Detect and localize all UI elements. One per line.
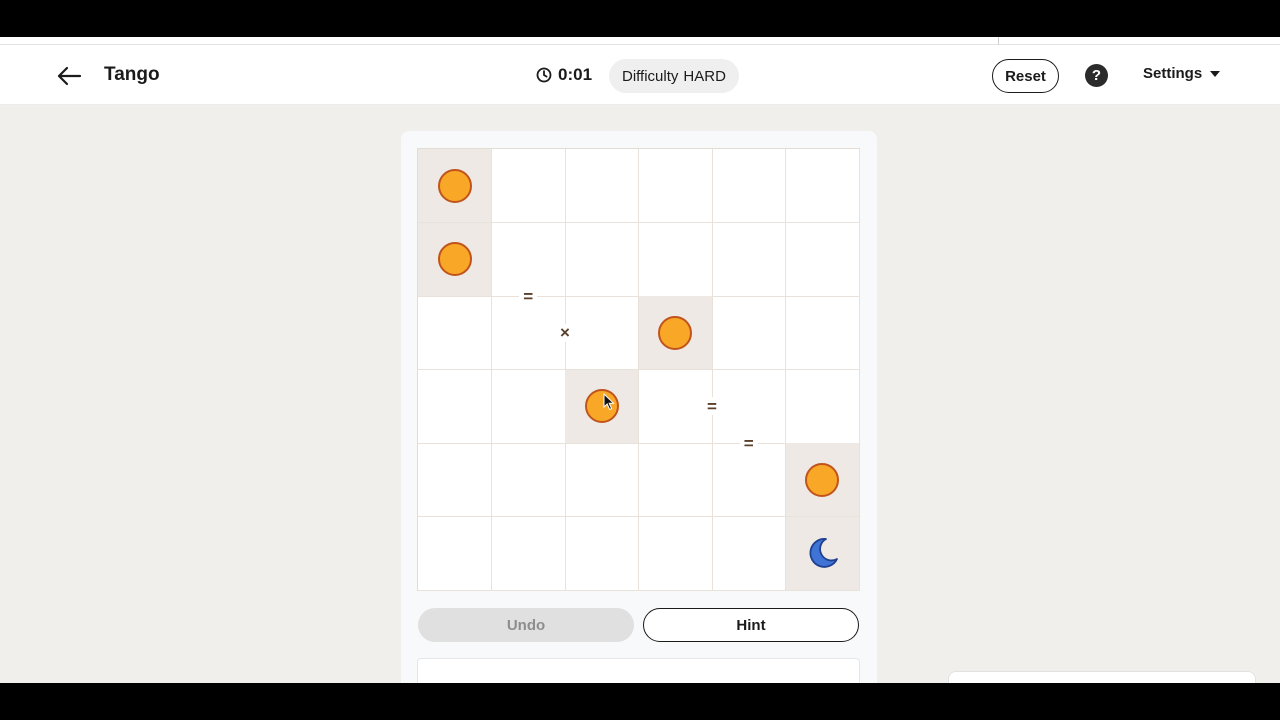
board-cell[interactable] — [785, 149, 860, 223]
board-cell[interactable] — [565, 443, 639, 517]
browser-tab-strip — [0, 37, 1280, 45]
board-cell[interactable] — [418, 443, 492, 517]
game-header: Tango 0:01 Difficulty HARD Reset ? Setti… — [0, 45, 1280, 105]
board-cell[interactable] — [565, 516, 639, 591]
board-cell[interactable] — [712, 149, 786, 223]
board-cell[interactable] — [565, 222, 639, 297]
board-cell[interactable] — [491, 149, 566, 223]
board-cell[interactable] — [712, 369, 786, 444]
game-viewport: Tango 0:01 Difficulty HARD Reset ? Setti… — [0, 37, 1280, 683]
board-cell[interactable] — [638, 149, 713, 223]
equal-constraint: = — [703, 397, 721, 416]
board-cell[interactable] — [491, 443, 566, 517]
board-cell[interactable] — [491, 296, 566, 370]
timer: 0:01 — [536, 65, 592, 85]
board-cell[interactable] — [491, 516, 566, 591]
board-cell[interactable] — [565, 296, 639, 370]
video-letterbox-bottom — [0, 683, 1280, 720]
sun-icon — [805, 462, 839, 497]
board-cell[interactable] — [418, 296, 492, 370]
clock-icon — [536, 67, 552, 83]
board-cell[interactable] — [785, 369, 860, 444]
sun-icon — [437, 168, 472, 203]
moon-icon — [809, 538, 838, 568]
back-button[interactable] — [52, 59, 86, 93]
board-cell[interactable] — [712, 222, 786, 297]
board-cell[interactable] — [712, 296, 786, 370]
board-cell[interactable] — [638, 296, 713, 370]
difficulty-badge: Difficulty HARD — [609, 59, 739, 93]
opposite-constraint: × — [556, 323, 574, 342]
board-cell[interactable] — [785, 443, 860, 517]
sun-icon — [658, 315, 692, 350]
board-cell[interactable] — [491, 369, 566, 444]
board-cell[interactable] — [565, 149, 639, 223]
board-cell[interactable] — [418, 369, 492, 444]
equal-constraint: = — [519, 287, 538, 305]
board-cell[interactable] — [712, 516, 786, 591]
timer-value: 0:01 — [558, 65, 593, 84]
reset-button[interactable]: Reset — [992, 59, 1059, 93]
board-cell[interactable] — [785, 222, 860, 297]
board-cell[interactable] — [418, 222, 492, 297]
puzzle-board: = × = = — [417, 148, 860, 591]
equal-constraint: = — [739, 434, 758, 452]
hint-button[interactable]: Hint — [643, 608, 859, 642]
video-letterbox-top — [0, 0, 1280, 37]
board-cell[interactable] — [712, 443, 786, 517]
question-circle-icon[interactable]: ? — [1085, 64, 1108, 87]
board-cell[interactable] — [418, 149, 492, 223]
info-card — [417, 658, 860, 683]
sun-icon — [437, 242, 472, 276]
settings-label: Settings — [1143, 65, 1203, 82]
board-cell[interactable] — [638, 222, 713, 297]
arrow-left-icon — [57, 66, 82, 86]
board-cell[interactable] — [785, 296, 860, 370]
tab-divider — [998, 37, 999, 45]
difficulty-value: HARD — [683, 67, 726, 85]
board-cell[interactable] — [638, 369, 713, 444]
page-title: Tango — [104, 64, 160, 85]
chat-widget[interactable] — [948, 671, 1256, 683]
undo-button[interactable]: Undo — [418, 608, 634, 642]
settings-dropdown[interactable]: Settings — [1143, 65, 1221, 82]
board-cell[interactable] — [565, 369, 639, 444]
difficulty-label: Difficulty — [622, 67, 679, 85]
board-cell[interactable] — [638, 516, 713, 591]
board-cell[interactable] — [785, 516, 860, 591]
board-cell[interactable] — [418, 516, 492, 591]
mouse-pointer-icon — [603, 393, 615, 411]
chevron-down-icon — [1210, 70, 1221, 77]
board-cell[interactable] — [491, 222, 566, 297]
board-cell[interactable] — [638, 443, 713, 517]
